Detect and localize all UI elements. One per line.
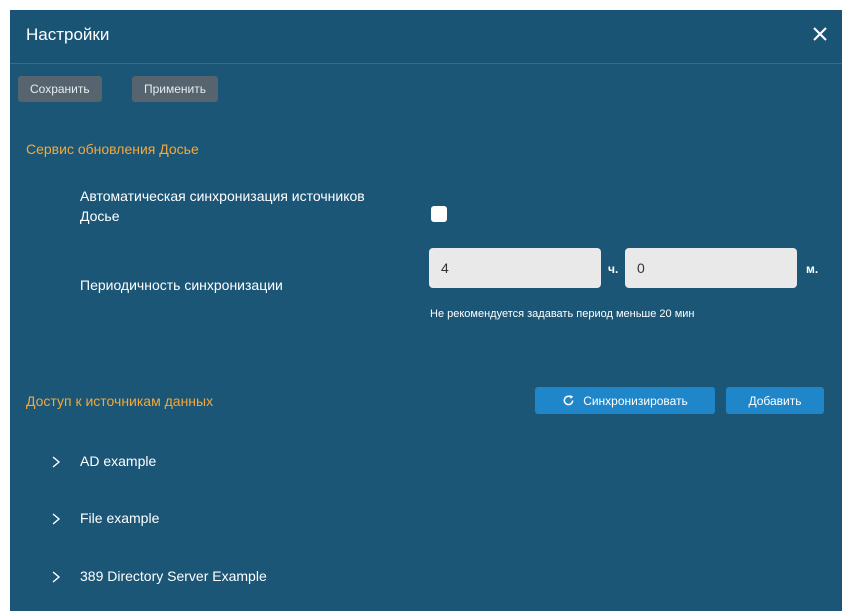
chevron-right-icon: [50, 570, 62, 583]
source-item-file[interactable]: File example: [50, 506, 159, 530]
source-item-ad[interactable]: AD example: [50, 449, 156, 473]
dialog-title: Настройки: [26, 25, 110, 44]
apply-button[interactable]: Применить: [132, 76, 219, 102]
auto-sync-label-line1: Автоматическая синхронизация источников: [80, 188, 365, 204]
section-title-dossier: Сервис обновления Досье: [26, 141, 199, 157]
sync-button[interactable]: Синхронизировать: [535, 387, 715, 414]
settings-dialog: Настройки Сохранить Применить Сервис обн…: [10, 10, 842, 611]
minutes-unit: м.: [806, 262, 819, 276]
sync-button-label: Синхронизировать: [583, 393, 688, 408]
period-label: Периодичность синхронизации: [80, 277, 283, 293]
source-item-389-directory[interactable]: 389 Directory Server Example: [50, 564, 267, 588]
chevron-right-icon: [50, 512, 62, 525]
section-title-data-access: Доступ к источникам данных: [26, 393, 214, 409]
hours-input[interactable]: [429, 248, 601, 288]
auto-sync-label-line2: Досье: [80, 208, 120, 224]
close-icon[interactable]: [810, 24, 830, 44]
dialog-header: Настройки: [10, 10, 842, 64]
source-item-name: 389 Directory Server Example: [80, 568, 267, 584]
save-button[interactable]: Сохранить: [18, 76, 102, 102]
auto-sync-label: Автоматическая синхронизация источников …: [80, 186, 365, 226]
source-item-name: File example: [80, 510, 160, 526]
refresh-icon: [562, 394, 575, 407]
add-button[interactable]: Добавить: [726, 387, 824, 414]
minutes-input[interactable]: [625, 248, 797, 288]
hours-unit: ч.: [608, 262, 619, 276]
period-hint: Не рекомендуется задавать период меньше …: [430, 308, 695, 320]
auto-sync-checkbox[interactable]: [431, 206, 447, 222]
chevron-right-icon: [50, 455, 62, 468]
source-item-name: AD example: [80, 453, 157, 469]
